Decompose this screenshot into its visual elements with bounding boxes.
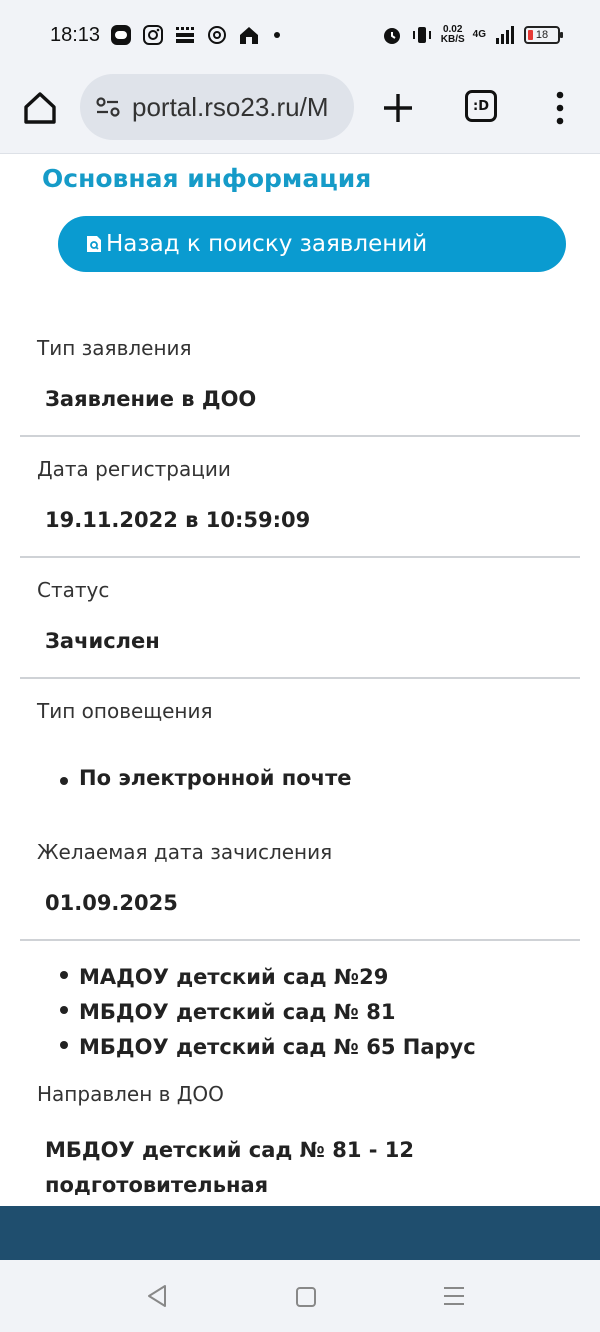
- network-speed: 0.02 KB/S: [441, 25, 465, 45]
- divider: [20, 435, 580, 437]
- field-label: Тип оповещения: [37, 699, 213, 723]
- more-vert-icon[interactable]: [550, 88, 570, 128]
- instagram-icon: [143, 25, 164, 45]
- status-time: 18:13: [50, 23, 101, 46]
- app-notification-icon: [111, 25, 132, 45]
- field-app-type: Тип заявления: [20, 336, 580, 360]
- vibrate-icon: [412, 27, 431, 43]
- site-settings-icon[interactable]: [94, 93, 122, 121]
- list-item: МАДОУ детский сад №29: [60, 960, 476, 995]
- field-label: Тип заявления: [37, 336, 192, 360]
- nav-home-icon[interactable]: [296, 1287, 316, 1307]
- field-sent-to: Направлен в ДОО: [20, 1082, 580, 1106]
- status-right: 0.02 KB/S 4G 18: [381, 24, 563, 46]
- field-notify-type: Тип оповещения: [20, 699, 580, 723]
- alarm-icon: [383, 28, 400, 44]
- field-label: Дата регистрации: [37, 457, 231, 481]
- mail-at-icon: [208, 26, 227, 44]
- nav-menu-icon[interactable]: [444, 1286, 464, 1306]
- field-label: Статус: [37, 578, 110, 602]
- mir-app-icon: [176, 27, 195, 43]
- field-label: Желаемая дата зачисления: [37, 840, 333, 864]
- network-speed-unit: KB/S: [440, 34, 465, 45]
- field-sent-to-value: МБДОУ детский сад № 81 - 12 подготовител…: [20, 1133, 580, 1203]
- nav-back-icon[interactable]: [146, 1284, 168, 1308]
- signal-icon: [496, 26, 514, 44]
- network-type: 4G: [472, 29, 486, 40]
- battery-icon: 18: [524, 26, 563, 44]
- tab-switcher-label: :D: [473, 98, 489, 114]
- field-status-value: Зачислен: [20, 629, 580, 653]
- url-text: portal.rso23.ru/M: [132, 91, 329, 122]
- field-app-type-value: Заявление в ДОО: [20, 387, 580, 411]
- new-tab-icon[interactable]: [380, 90, 416, 126]
- section-title: Основная информация: [42, 164, 372, 193]
- field-value-line2: подготовительная: [45, 1173, 269, 1197]
- field-label: Направлен в ДОО: [37, 1082, 224, 1106]
- system-nav-bar: [0, 1260, 600, 1332]
- address-bar[interactable]: portal.rso23.ru/M: [80, 74, 354, 140]
- home-icon[interactable]: [20, 88, 60, 128]
- field-value: Зачислен: [45, 629, 160, 653]
- kindergarten-list: МАДОУ детский сад №29 МБДОУ детский сад …: [60, 960, 476, 1065]
- browser-toolbar: portal.rso23.ru/M :D: [0, 70, 600, 154]
- back-to-search-button[interactable]: Назад к поиску заявлений: [58, 216, 566, 272]
- field-reg-date: Дата регистрации: [20, 457, 580, 481]
- page-footer: [0, 1206, 600, 1260]
- field-value: 19.11.2022 в 10:59:09: [45, 508, 311, 532]
- list-item: По электронной почте: [60, 766, 352, 790]
- field-desired-date: Желаемая дата зачисления: [20, 840, 580, 864]
- more-notifications-icon: [274, 32, 281, 38]
- document-search-icon: [87, 236, 101, 252]
- back-to-search-label: Назад к поиску заявлений: [106, 231, 428, 257]
- tab-switcher-button[interactable]: :D: [465, 90, 497, 122]
- status-left: 18:13: [50, 23, 281, 47]
- field-desired-date-value: 01.09.2025: [20, 891, 580, 915]
- notify-type-list: По электронной почте: [60, 766, 352, 790]
- page-content: Основная информация Назад к поиску заявл…: [0, 154, 600, 1206]
- divider: [20, 556, 580, 558]
- divider: [20, 677, 580, 679]
- field-status: Статус: [20, 578, 580, 602]
- divider: [20, 939, 580, 941]
- list-item: МБДОУ детский сад № 65 Парус: [60, 1030, 476, 1065]
- battery-level: 18: [535, 29, 549, 41]
- house-app-icon: [240, 27, 259, 44]
- list-item: МБДОУ детский сад № 81: [60, 995, 476, 1030]
- field-value: 01.09.2025: [45, 891, 178, 915]
- field-reg-date-value: 19.11.2022 в 10:59:09: [20, 508, 580, 532]
- field-value: Заявление в ДОО: [45, 387, 257, 411]
- field-value-line1: МБДОУ детский сад № 81 - 12: [45, 1138, 415, 1162]
- status-bar: 18:13 0.02 KB/S 4G 18: [0, 0, 600, 70]
